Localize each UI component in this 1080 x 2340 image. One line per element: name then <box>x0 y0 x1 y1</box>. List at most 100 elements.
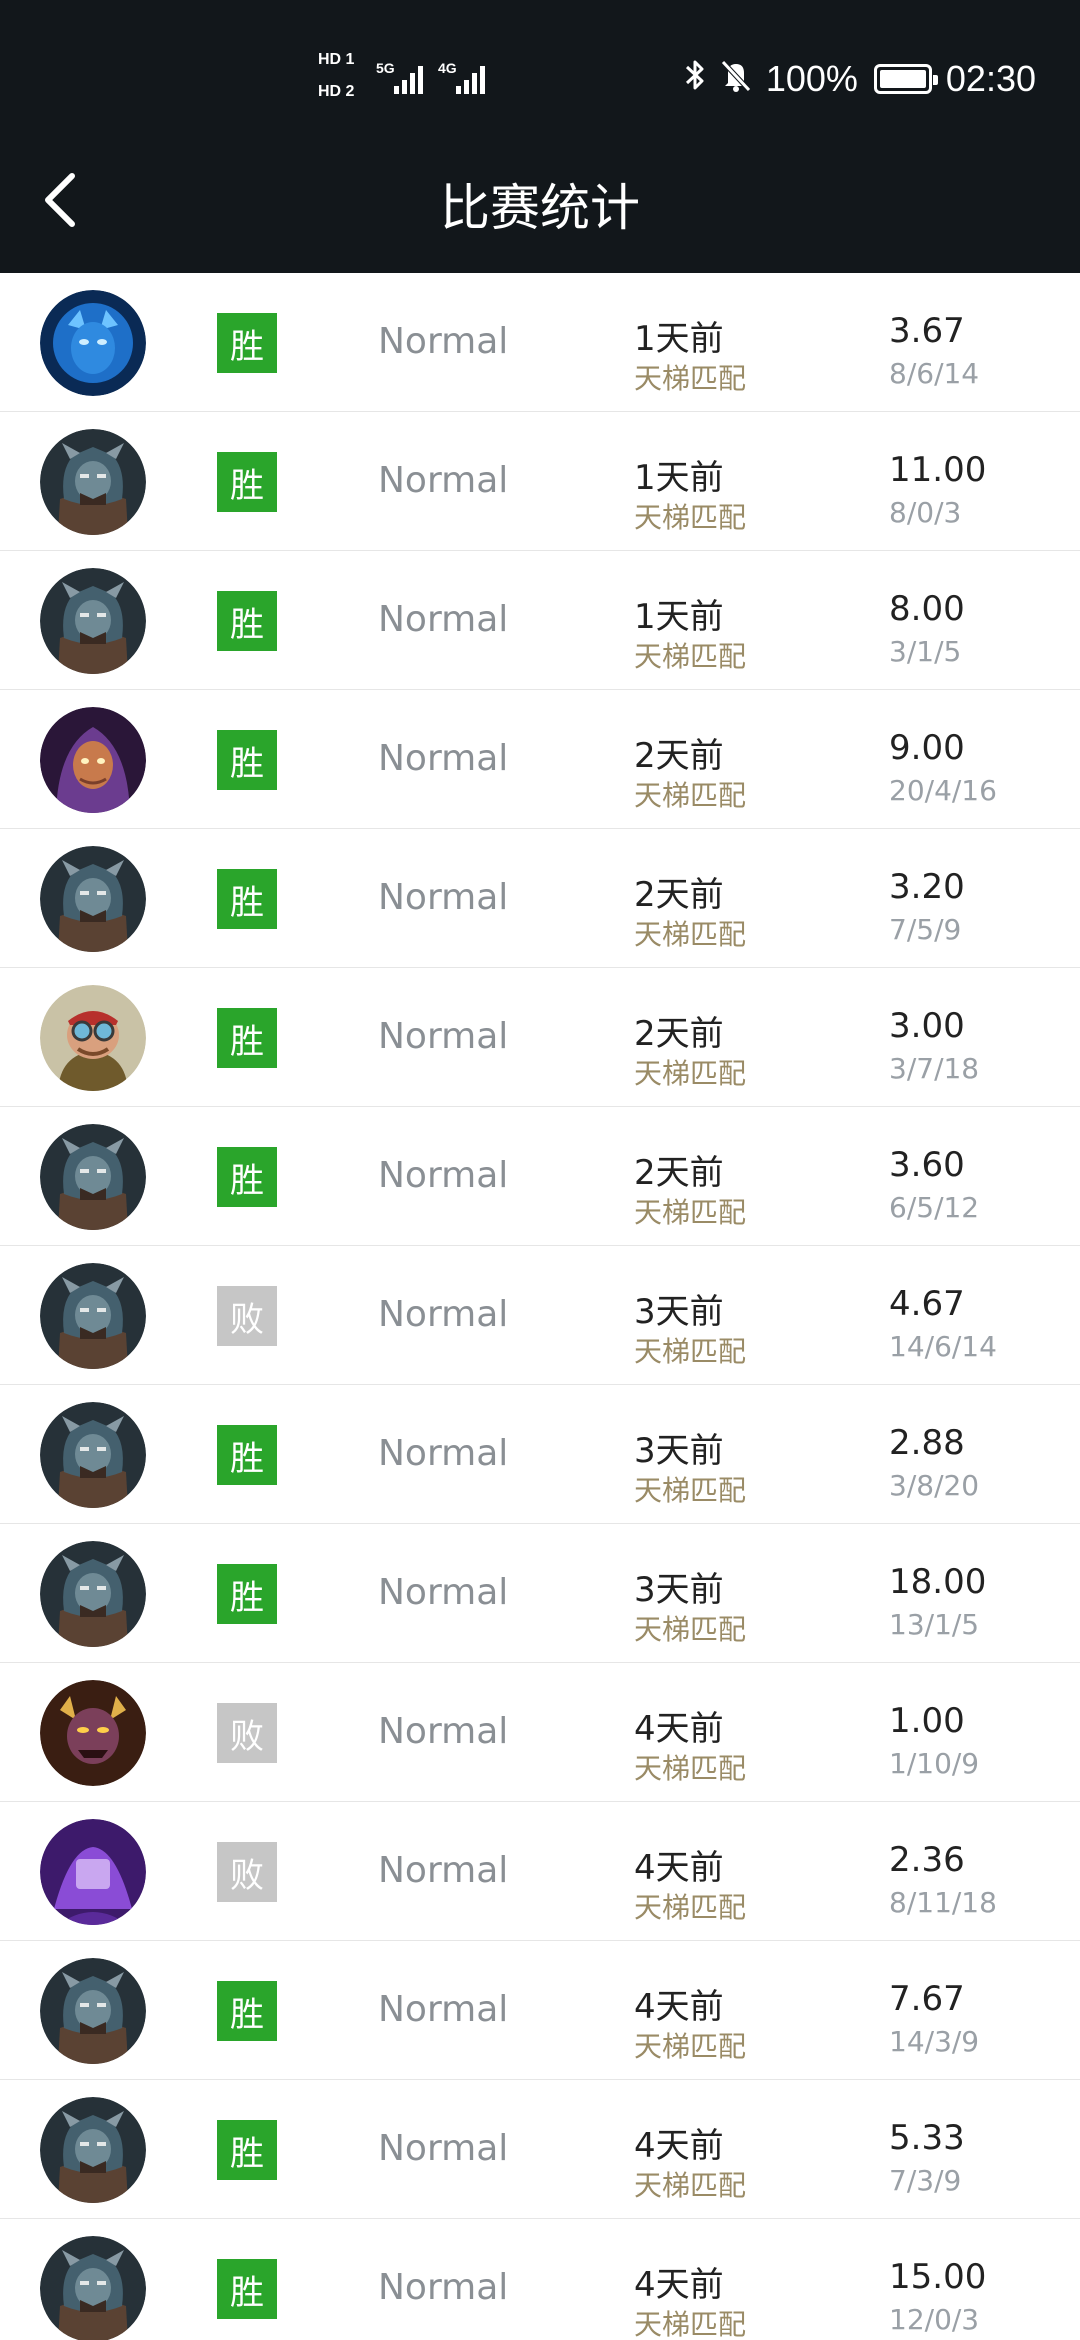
kda-value: 11.00 <box>889 450 987 490</box>
match-type: 天梯匹配 <box>634 1057 747 1090</box>
kda-detail: 3/1/5 <box>889 635 962 668</box>
match-row[interactable]: 胜 Normal 2天前 天梯匹配 9.00 20/4/16 <box>0 690 1080 829</box>
kda-value: 5.33 <box>889 2118 965 2158</box>
status-right: 100% 02:30 <box>684 54 1036 104</box>
game-mode: Normal <box>378 1850 509 1891</box>
status-bar: HD 1 HD 2 5G 4G 100% 02:30 <box>0 0 1080 150</box>
game-mode: Normal <box>378 1711 509 1752</box>
match-row[interactable]: 胜 Normal 2天前 天梯匹配 3.60 6/5/12 <box>0 1107 1080 1246</box>
result-badge: 胜 <box>217 2259 277 2319</box>
kda-detail: 8/11/18 <box>889 1886 997 1919</box>
match-row[interactable]: 败 Normal 4天前 天梯匹配 1.00 1/10/9 <box>0 1663 1080 1802</box>
match-type: 天梯匹配 <box>634 2169 747 2202</box>
match-time: 4天前 <box>634 1848 724 1888</box>
kda-detail: 7/5/9 <box>889 913 962 946</box>
hero-avatar <box>40 2236 146 2340</box>
match-time: 1天前 <box>634 597 724 637</box>
match-type: 天梯匹配 <box>634 1335 747 1368</box>
match-type: 天梯匹配 <box>634 779 747 812</box>
hero-avatar <box>40 985 146 1091</box>
match-type: 天梯匹配 <box>634 501 747 534</box>
match-type: 天梯匹配 <box>634 2308 747 2340</box>
hero-avatar <box>40 846 146 952</box>
hero-avatar <box>40 568 146 674</box>
kda-detail: 14/6/14 <box>889 1330 997 1363</box>
match-row[interactable]: 胜 Normal 3天前 天梯匹配 2.88 3/8/20 <box>0 1385 1080 1524</box>
game-mode: Normal <box>378 738 509 779</box>
match-time: 3天前 <box>634 1570 724 1610</box>
kda-detail: 3/7/18 <box>889 1052 980 1085</box>
kda-detail: 8/6/14 <box>889 357 980 390</box>
sim1-label: HD 1 <box>318 51 355 68</box>
result-badge: 胜 <box>217 591 277 651</box>
top-bar: HD 1 HD 2 5G 4G 100% 02:30 比赛统计 <box>0 0 1080 273</box>
match-row[interactable]: 胜 Normal 3天前 天梯匹配 18.00 13/1/5 <box>0 1524 1080 1663</box>
sim-indicators: HD 1 HD 2 <box>318 50 370 106</box>
kda-value: 3.00 <box>889 1006 965 1046</box>
game-mode: Normal <box>378 2128 509 2169</box>
result-badge: 胜 <box>217 1147 277 1207</box>
kda-detail: 8/0/3 <box>889 496 962 529</box>
hero-avatar <box>40 290 146 396</box>
match-time: 1天前 <box>634 458 724 498</box>
match-row[interactable]: 胜 Normal 2天前 天梯匹配 3.20 7/5/9 <box>0 829 1080 968</box>
result-badge: 胜 <box>217 1564 277 1624</box>
match-time: 4天前 <box>634 1987 724 2027</box>
kda-value: 8.00 <box>889 589 965 629</box>
hero-avatar <box>40 2097 146 2203</box>
hero-avatar <box>40 1402 146 1508</box>
kda-value: 15.00 <box>889 2257 987 2297</box>
kda-value: 2.88 <box>889 1423 965 1463</box>
kda-value: 3.60 <box>889 1145 965 1185</box>
match-row[interactable]: 胜 Normal 1天前 天梯匹配 8.00 3/1/5 <box>0 551 1080 690</box>
hero-avatar <box>40 1124 146 1230</box>
match-row[interactable]: 胜 Normal 4天前 天梯匹配 15.00 12/0/3 <box>0 2219 1080 2340</box>
result-badge: 胜 <box>217 452 277 512</box>
kda-value: 4.67 <box>889 1284 965 1324</box>
battery-percent: 100% <box>765 58 858 99</box>
match-type: 天梯匹配 <box>634 2030 747 2063</box>
match-row[interactable]: 胜 Normal 2天前 天梯匹配 3.00 3/7/18 <box>0 968 1080 1107</box>
kda-detail: 12/0/3 <box>889 2303 980 2336</box>
match-type: 天梯匹配 <box>634 1752 747 1785</box>
match-time: 2天前 <box>634 875 724 915</box>
match-row[interactable]: 败 Normal 3天前 天梯匹配 4.67 14/6/14 <box>0 1246 1080 1385</box>
match-time: 4天前 <box>634 2265 724 2305</box>
match-time: 2天前 <box>634 1014 724 1054</box>
match-time: 3天前 <box>634 1431 724 1471</box>
match-row[interactable]: 胜 Normal 4天前 天梯匹配 7.67 14/3/9 <box>0 1941 1080 2080</box>
result-badge: 败 <box>217 1842 277 1902</box>
result-badge: 胜 <box>217 869 277 929</box>
kda-detail: 6/5/12 <box>889 1191 980 1224</box>
kda-value: 1.00 <box>889 1701 965 1741</box>
kda-value: 2.36 <box>889 1840 965 1880</box>
match-row[interactable]: 败 Normal 4天前 天梯匹配 2.36 8/11/18 <box>0 1802 1080 1941</box>
page-title: 比赛统计 <box>440 179 640 237</box>
match-row[interactable]: 胜 Normal 4天前 天梯匹配 5.33 7/3/9 <box>0 2080 1080 2219</box>
result-badge: 败 <box>217 1703 277 1763</box>
kda-detail: 14/3/9 <box>889 2025 980 2058</box>
match-type: 天梯匹配 <box>634 1196 747 1229</box>
game-mode: Normal <box>378 460 509 501</box>
kda-value: 18.00 <box>889 1562 987 1602</box>
kda-detail: 7/3/9 <box>889 2164 962 2197</box>
match-time: 1天前 <box>634 319 724 359</box>
match-row[interactable]: 胜 Normal 1天前 天梯匹配 11.00 8/0/3 <box>0 412 1080 551</box>
battery-icon <box>873 64 938 94</box>
match-type: 天梯匹配 <box>634 1891 747 1924</box>
mute-icon <box>720 57 752 102</box>
game-mode: Normal <box>378 1433 509 1474</box>
kda-value: 3.20 <box>889 867 965 907</box>
game-mode: Normal <box>378 321 509 362</box>
match-type: 天梯匹配 <box>634 640 747 673</box>
result-badge: 胜 <box>217 2120 277 2180</box>
kda-value: 7.67 <box>889 1979 965 2019</box>
match-type: 天梯匹配 <box>634 1613 747 1646</box>
match-time: 3天前 <box>634 1292 724 1332</box>
game-mode: Normal <box>378 1155 509 1196</box>
match-type: 天梯匹配 <box>634 362 747 395</box>
result-badge: 胜 <box>217 1981 277 2041</box>
hero-avatar <box>40 1680 146 1786</box>
match-row[interactable]: 胜 Normal 1天前 天梯匹配 3.67 8/6/14 <box>0 273 1080 412</box>
result-badge: 胜 <box>217 730 277 790</box>
